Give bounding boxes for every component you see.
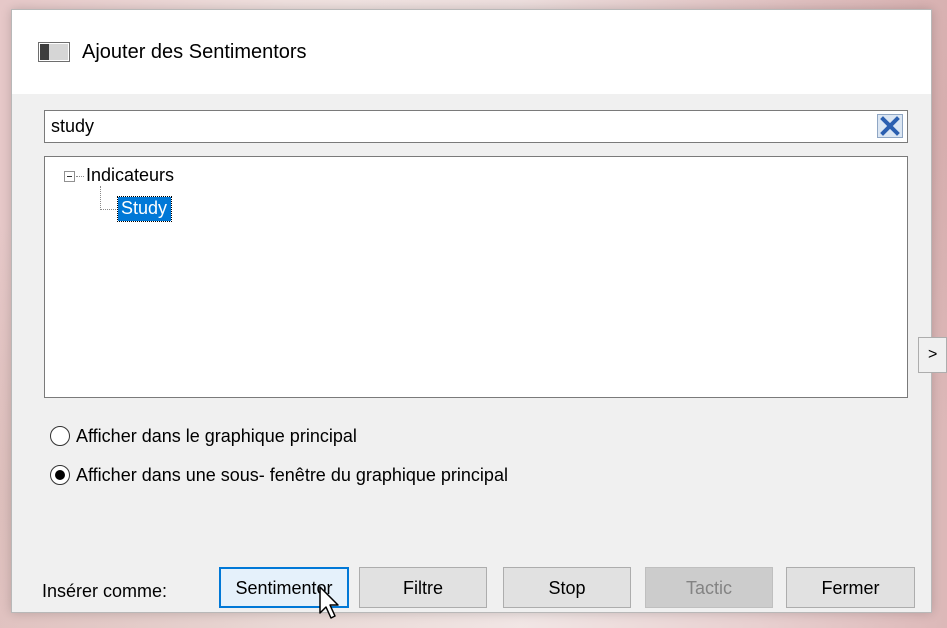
- mouse-pointer-icon: [319, 586, 339, 619]
- radio-button[interactable]: [50, 426, 70, 446]
- collapse-minus-icon[interactable]: [64, 171, 75, 182]
- add-sentimentors-dialog: Ajouter des Sentimentors Indicateurs Stu…: [11, 9, 932, 613]
- radio-sub-window[interactable]: Afficher dans une sous- fenêtre du graph…: [50, 462, 508, 488]
- window-icon: [38, 42, 70, 62]
- radio-main-chart[interactable]: Afficher dans le graphique principal: [50, 423, 357, 449]
- tree-connector: [76, 176, 84, 177]
- tactic-button: Tactic: [645, 567, 773, 608]
- title-bar: Ajouter des Sentimentors: [12, 10, 931, 94]
- filtre-button[interactable]: Filtre: [359, 567, 487, 608]
- search-input[interactable]: [51, 111, 851, 142]
- sentimentor-tree[interactable]: Indicateurs Study: [44, 156, 908, 398]
- tree-node-indicateurs[interactable]: Indicateurs: [86, 165, 174, 186]
- radio-label: Afficher dans une sous- fenêtre du graph…: [76, 464, 508, 485]
- expand-arrow-button[interactable]: >: [918, 337, 947, 373]
- clear-x-icon[interactable]: [877, 114, 903, 138]
- tree-connector: [101, 209, 118, 210]
- radio-label: Afficher dans le graphique principal: [76, 425, 357, 446]
- insert-as-label: Insérer comme:: [42, 581, 168, 601]
- dialog-title: Ajouter des Sentimentors: [82, 41, 307, 63]
- search-field[interactable]: [44, 110, 908, 143]
- tree-node-study[interactable]: Study: [116, 196, 173, 222]
- fermer-button[interactable]: Fermer: [786, 567, 915, 608]
- tree-connector: [100, 186, 101, 210]
- radio-button[interactable]: [50, 465, 70, 485]
- stop-button[interactable]: Stop: [503, 567, 631, 608]
